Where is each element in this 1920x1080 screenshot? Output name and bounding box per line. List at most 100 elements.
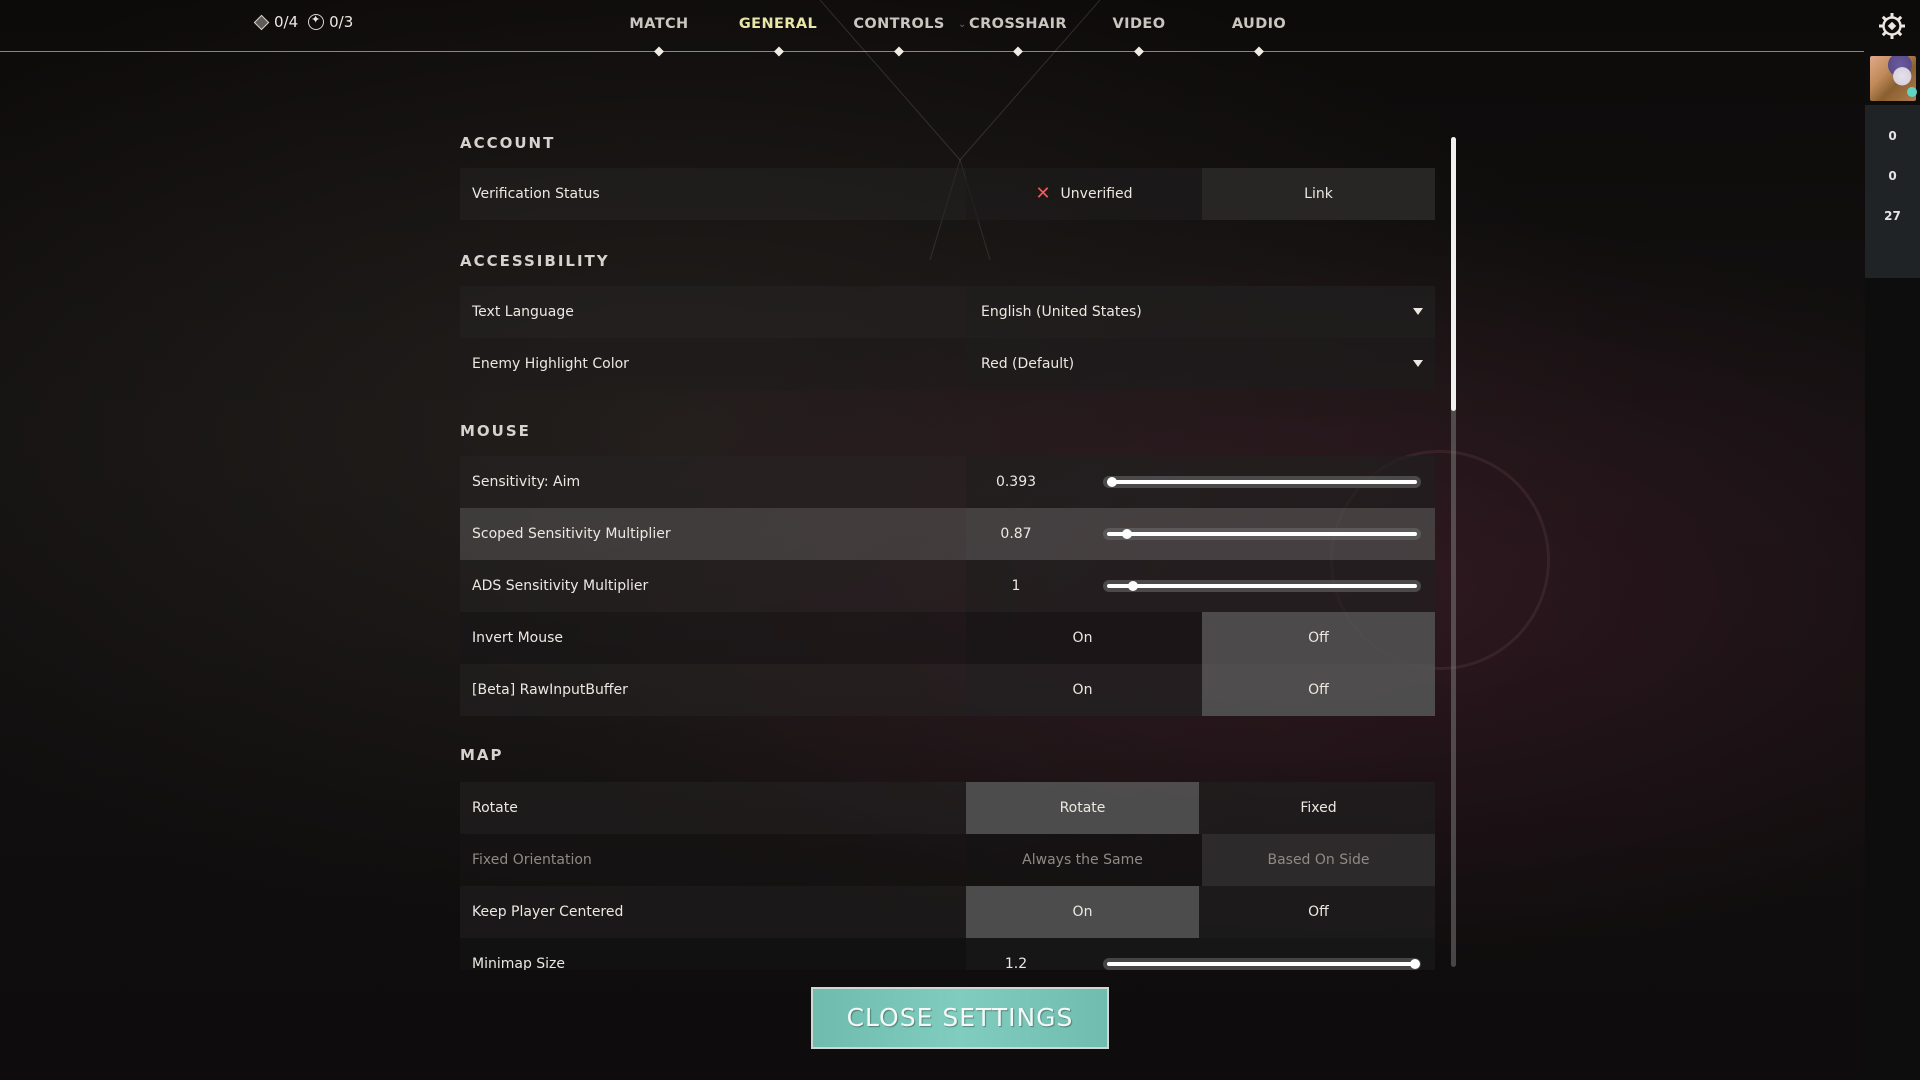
always-same-option[interactable]: Always the Same	[966, 834, 1199, 886]
settings-scrollbar[interactable]	[1451, 137, 1456, 967]
setting-raw-input-buffer: [Beta] RawInputBuffer On Off	[460, 664, 1435, 716]
count-3[interactable]: 27	[1865, 209, 1920, 223]
dropdown-caret-icon	[1413, 308, 1423, 315]
map-rotate-value: Rotate Fixed	[966, 782, 1435, 834]
slider-value[interactable]: 0.87	[966, 508, 1066, 560]
tab-video[interactable]: VIDEO	[1113, 16, 1166, 32]
fixed-orientation-value: Always the Same Based On Side	[966, 834, 1435, 886]
tab-marker	[1013, 46, 1023, 57]
setting-ads-sensitivity: ADS Sensitivity Multiplier 1	[460, 560, 1435, 612]
setting-scoped-sensitivity: Scoped Sensitivity Multiplier 0.87	[460, 508, 1435, 560]
social-counts: 0 0 27	[1865, 105, 1920, 278]
slider-thumb[interactable]	[1107, 477, 1118, 487]
setting-sensitivity-aim: Sensitivity: Aim 0.393	[460, 456, 1435, 508]
slider-value[interactable]: 0.393	[966, 456, 1066, 508]
scoped-sensitivity-value: 0.87	[966, 508, 1435, 560]
currency-display: 0/4 0/3	[253, 13, 353, 31]
invert-mouse-on-option[interactable]: On	[966, 612, 1199, 664]
slider-track-fill	[1107, 584, 1417, 588]
kingdom-credit-icon	[308, 13, 325, 30]
setting-label: Rotate	[472, 800, 518, 816]
dropdown-selected-value: Red (Default)	[981, 356, 1075, 372]
section-title-accessibility: ACCESSIBILITY	[460, 252, 610, 270]
section-title-account: ACCOUNT	[460, 134, 556, 152]
tab-audio[interactable]: AUDIO	[1232, 16, 1286, 32]
slider-track-fill	[1107, 532, 1417, 536]
settings-list: ACCOUNT Verification Status ✕ Unverified …	[460, 130, 1435, 970]
tab-marker	[1134, 46, 1144, 57]
setting-invert-mouse: Invert Mouse On Off	[460, 612, 1435, 664]
online-status-indicator	[1907, 87, 1917, 97]
close-x-icon: ✕	[1035, 183, 1051, 204]
enemy-highlight-value: Red (Default)	[966, 338, 1435, 390]
setting-label: [Beta] RawInputBuffer	[472, 682, 628, 698]
text-language-value: English (United States)	[966, 286, 1435, 338]
tab-controls[interactable]: CONTROLS	[853, 16, 944, 32]
tab-crosshair[interactable]: CROSSHAIR	[969, 16, 1067, 32]
map-fixed-option[interactable]: Fixed	[1202, 782, 1435, 834]
tab-marker	[894, 46, 904, 57]
enemy-highlight-dropdown[interactable]: Red (Default)	[966, 338, 1435, 390]
setting-label: Enemy Highlight Color	[472, 356, 629, 372]
text-language-dropdown[interactable]: English (United States)	[966, 286, 1435, 338]
dropdown-selected-value: English (United States)	[981, 304, 1142, 320]
slider-thumb[interactable]	[1122, 529, 1133, 539]
setting-text-language: Text Language English (United States)	[460, 286, 1435, 338]
tab-general[interactable]: GENERAL	[739, 16, 817, 32]
top-bar: 0/4 0/3 MATCH GENERAL CONTROLS ⌄ CROSSHA…	[0, 0, 1864, 57]
tab-marker	[1254, 46, 1264, 57]
setting-keep-player-centered: Keep Player Centered On Off	[460, 886, 1435, 938]
setting-label: Verification Status	[472, 186, 600, 202]
verification-status: ✕ Unverified	[966, 168, 1202, 220]
setting-label: ADS Sensitivity Multiplier	[472, 578, 649, 594]
slider-track-fill	[1107, 962, 1417, 966]
chevron-down-icon: ⌄	[958, 19, 967, 30]
radianite-count: 0/4	[274, 13, 299, 31]
raw-input-buffer-off-option[interactable]: Off	[1202, 664, 1435, 716]
tab-match[interactable]: MATCH	[629, 16, 688, 32]
kingdom-credits: 0/3	[308, 13, 353, 31]
gear-icon[interactable]	[1878, 12, 1906, 40]
radianite-diamond-icon	[253, 14, 269, 30]
invert-mouse-off-option[interactable]: Off	[1202, 612, 1435, 664]
kingdom-credit-count: 0/3	[329, 13, 354, 31]
slider-value[interactable]: 1	[966, 560, 1066, 612]
setting-enemy-highlight-color: Enemy Highlight Color Red (Default)	[460, 338, 1435, 390]
setting-label: Text Language	[472, 304, 574, 320]
radianite-points: 0/4	[253, 13, 298, 31]
slider-value[interactable]: 1.2	[966, 938, 1066, 970]
setting-label: Minimap Size	[472, 956, 566, 970]
map-rotate-option[interactable]: Rotate	[966, 782, 1199, 834]
setting-label: Fixed Orientation	[472, 852, 592, 868]
player-avatar[interactable]	[1870, 56, 1917, 101]
count-2[interactable]: 0	[1865, 169, 1920, 183]
setting-minimap-size: Minimap Size 1.2	[460, 938, 1435, 970]
slider-thumb[interactable]	[1410, 959, 1420, 969]
setting-verification-status: Verification Status ✕ Unverified Link	[460, 168, 1435, 220]
link-account-button[interactable]: Link	[1202, 168, 1435, 220]
ads-sensitivity-slider[interactable]	[1103, 580, 1421, 592]
slider-track-fill	[1107, 480, 1417, 484]
section-title-map: MAP	[460, 746, 504, 764]
based-on-side-option[interactable]: Based On Side	[1202, 834, 1435, 886]
scoped-sensitivity-slider[interactable]	[1103, 528, 1421, 540]
keep-centered-off-option[interactable]: Off	[1202, 886, 1435, 938]
close-settings-button[interactable]: CLOSE SETTINGS	[811, 987, 1109, 1049]
verification-value: ✕ Unverified Link	[966, 168, 1435, 220]
sensitivity-aim-slider[interactable]	[1103, 476, 1421, 488]
slider-thumb[interactable]	[1128, 581, 1139, 591]
keep-centered-on-option[interactable]: On	[966, 886, 1199, 938]
social-panel: 0 0 27	[1865, 52, 1920, 1080]
setting-map-rotate: Rotate Rotate Fixed	[460, 782, 1435, 834]
setting-label: Keep Player Centered	[472, 904, 624, 920]
section-title-mouse: MOUSE	[460, 422, 531, 440]
raw-input-buffer-value: On Off	[966, 664, 1435, 716]
ads-sensitivity-value: 1	[966, 560, 1435, 612]
minimap-size-slider[interactable]	[1103, 958, 1421, 970]
dropdown-caret-icon	[1413, 360, 1423, 367]
keep-player-centered-value: On Off	[966, 886, 1435, 938]
count-1[interactable]: 0	[1865, 129, 1920, 143]
raw-input-buffer-on-option[interactable]: On	[966, 664, 1199, 716]
scrollbar-thumb[interactable]	[1451, 137, 1456, 411]
invert-mouse-value: On Off	[966, 612, 1435, 664]
